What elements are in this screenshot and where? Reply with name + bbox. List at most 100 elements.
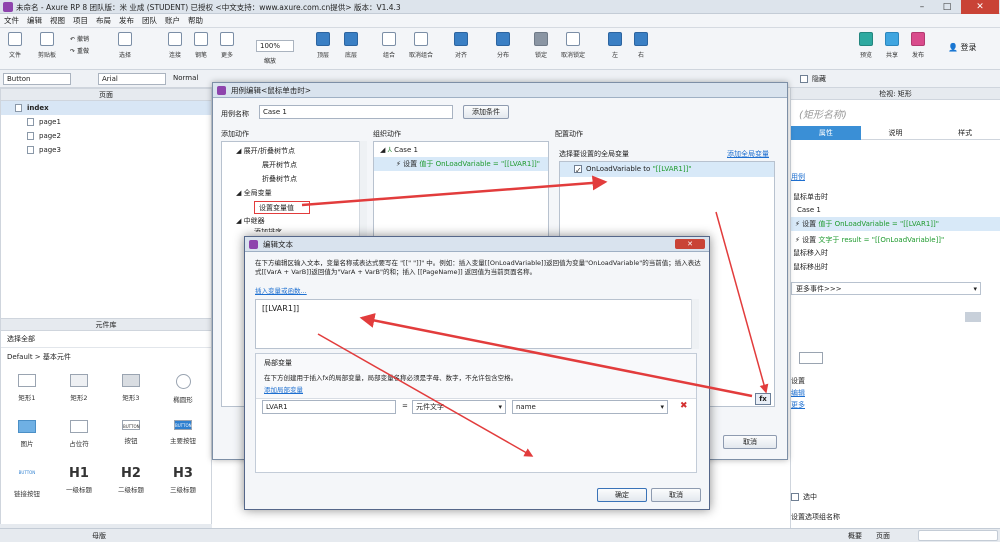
widget-h2[interactable]: H2 二级标题: [108, 466, 154, 494]
tab-notes[interactable]: 说明: [861, 128, 931, 138]
menu-help[interactable]: 帮助: [188, 14, 203, 28]
case-name-input[interactable]: Case 1: [259, 105, 453, 119]
align-button[interactable]: 对齐: [448, 32, 474, 59]
hide-checkbox[interactable]: 隐藏: [800, 74, 826, 84]
case-1-item[interactable]: Case 1: [797, 206, 821, 214]
tree-expand-node[interactable]: 展开树节点: [222, 156, 366, 170]
tree-global-variables[interactable]: ◢ 全局变量: [222, 184, 366, 198]
page-page1[interactable]: page1: [1, 115, 211, 129]
action-set-variable[interactable]: ⚡ 设置 值于 OnLoadVariable = "[[LVAR1]]": [791, 217, 1000, 231]
share-button[interactable]: 共享: [879, 32, 905, 59]
widget-h3[interactable]: H3 三级标题: [160, 466, 206, 494]
page-page3[interactable]: page3: [1, 143, 211, 157]
widget-name-input[interactable]: (矩形名称): [791, 100, 1000, 126]
local-var-name-input[interactable]: LVAR1: [262, 400, 396, 414]
org-case-1[interactable]: ◢ ⅄ Case 1: [374, 142, 548, 154]
library-select[interactable]: 选择全部: [1, 331, 211, 348]
widget-rect1[interactable]: 矩形1: [4, 374, 50, 402]
local-var-target-select[interactable]: name ▾: [512, 400, 668, 414]
local-var-type-select[interactable]: 元件文字 ▾: [412, 400, 506, 414]
selected-checkbox[interactable]: 选中: [791, 492, 817, 502]
widget-style-select[interactable]: Button: [3, 73, 71, 85]
text-cancel-button[interactable]: 取消: [651, 488, 701, 502]
add-global-var-link[interactable]: 添加全局变量: [727, 149, 769, 159]
menu-account[interactable]: 账户: [165, 14, 180, 28]
page-index[interactable]: index: [1, 101, 211, 115]
tree-collapse-node[interactable]: 折叠树节点: [222, 170, 366, 184]
pages-tab[interactable]: 页面: [876, 531, 890, 541]
widget-rect3[interactable]: 矩形3: [108, 374, 154, 402]
select-button[interactable]: 选择: [112, 32, 138, 59]
action-set-text[interactable]: ⚡ 设置 文字于 result = "[[OnLoadVariable]]": [791, 233, 1000, 247]
maximize-icon[interactable]: □: [935, 0, 959, 14]
event-on-click[interactable]: 鼠标单击时: [793, 192, 828, 202]
var-row-onloadvariable[interactable]: OnLoadVariable to "[[LVAR1]]": [560, 162, 774, 178]
menu-project[interactable]: 项目: [73, 14, 88, 28]
add-local-var-link[interactable]: 添加局部变量: [264, 384, 303, 394]
library-category[interactable]: Default > 基本元件: [1, 348, 211, 366]
menu-publish[interactable]: 发布: [119, 14, 134, 28]
menu-layout[interactable]: 布局: [96, 14, 111, 28]
more-button[interactable]: 更多: [214, 32, 240, 59]
pen-button[interactable]: 钢笔: [188, 32, 214, 59]
case-cancel-button[interactable]: 取消: [723, 435, 777, 449]
minimize-icon[interactable]: –: [910, 0, 934, 14]
unlock-button[interactable]: 取消锁定: [556, 32, 590, 59]
redo-button[interactable]: ↷ 重做: [70, 46, 89, 55]
close-icon[interactable]: ✕: [961, 0, 999, 14]
more-events-select[interactable]: 更多事件>>> ▾: [791, 282, 981, 295]
menu-view[interactable]: 视图: [50, 14, 65, 28]
overview-tab[interactable]: 概要: [848, 531, 862, 541]
event-mouse-in[interactable]: 鼠标移入时: [793, 248, 828, 258]
var-checkbox[interactable]: [574, 163, 582, 178]
collapse-button[interactable]: [965, 312, 981, 322]
align-right-button[interactable]: 右: [628, 32, 654, 59]
lock-button[interactable]: 锁定: [528, 32, 554, 59]
send-bottom-button[interactable]: 底层: [338, 32, 364, 59]
clipboard-button[interactable]: 剪贴板: [34, 32, 60, 59]
tree-expand-collapse[interactable]: ◢ 展开/折叠树节点: [222, 142, 366, 156]
text-editor[interactable]: [[LVAR1]]: [255, 299, 697, 349]
dialog-close-icon[interactable]: ✕: [675, 239, 705, 249]
event-mouse-out[interactable]: 鼠标移出时: [793, 262, 828, 272]
insert-variable-link[interactable]: 插入变量或函数...: [255, 285, 307, 295]
menu-edit[interactable]: 编辑: [27, 14, 42, 28]
widget-link-button[interactable]: BUTTON 链接按钮: [4, 470, 50, 498]
widget-button[interactable]: BUTTON 按钮: [108, 420, 154, 445]
editor-scrollbar[interactable]: [691, 299, 699, 349]
login-button[interactable]: 👤 登录: [948, 42, 977, 53]
widget-placeholder[interactable]: 占位符: [56, 420, 102, 448]
fx-button[interactable]: fx: [755, 393, 771, 405]
publish-button[interactable]: 发布: [905, 32, 931, 59]
org-action-set[interactable]: ⚡ 设置 值于 OnLoadVariable = "[[LVAR1]]": [374, 157, 548, 171]
distribute-button[interactable]: 分布: [490, 32, 516, 59]
undo-button[interactable]: ↶ 撤销: [70, 34, 89, 43]
tree-repeater[interactable]: ◢ 中继器: [222, 214, 366, 226]
preview-button[interactable]: 预览: [853, 32, 879, 59]
widget-ellipse[interactable]: 椭圆形: [160, 374, 206, 404]
bring-top-button[interactable]: 顶层: [310, 32, 336, 59]
use-case-link[interactable]: 用例: [791, 172, 805, 182]
connect-button[interactable]: 连接: [162, 32, 188, 59]
fill-color-picker[interactable]: [799, 352, 823, 364]
file-button[interactable]: 文件: [2, 32, 28, 59]
edit-link[interactable]: 编辑: [791, 388, 805, 398]
tree-add-sort[interactable]: 添加排序: [222, 226, 366, 232]
more-link[interactable]: 更多: [791, 400, 805, 410]
font-weight-select[interactable]: Normal: [170, 73, 210, 85]
widget-h1[interactable]: H1 一级标题: [56, 466, 102, 494]
ungroup-button[interactable]: 取消组合: [404, 32, 438, 59]
align-left-button[interactable]: 左: [602, 32, 628, 59]
page-page2[interactable]: page2: [1, 129, 211, 143]
group-button[interactable]: 组合: [376, 32, 402, 59]
tree-set-variable[interactable]: 设置变量值: [254, 201, 310, 214]
widget-primary-button[interactable]: BUTTON 主要按钮: [160, 420, 206, 445]
menu-team[interactable]: 团队: [142, 14, 157, 28]
zoom-select[interactable]: 100%: [256, 40, 294, 52]
tab-properties[interactable]: 属性: [791, 125, 861, 140]
tab-style[interactable]: 样式: [930, 128, 1000, 138]
menu-file[interactable]: 文件: [4, 14, 19, 28]
font-family-select[interactable]: Arial: [98, 73, 166, 85]
ok-button[interactable]: 确定: [597, 488, 647, 502]
add-condition-button[interactable]: 添加条件: [463, 105, 509, 119]
